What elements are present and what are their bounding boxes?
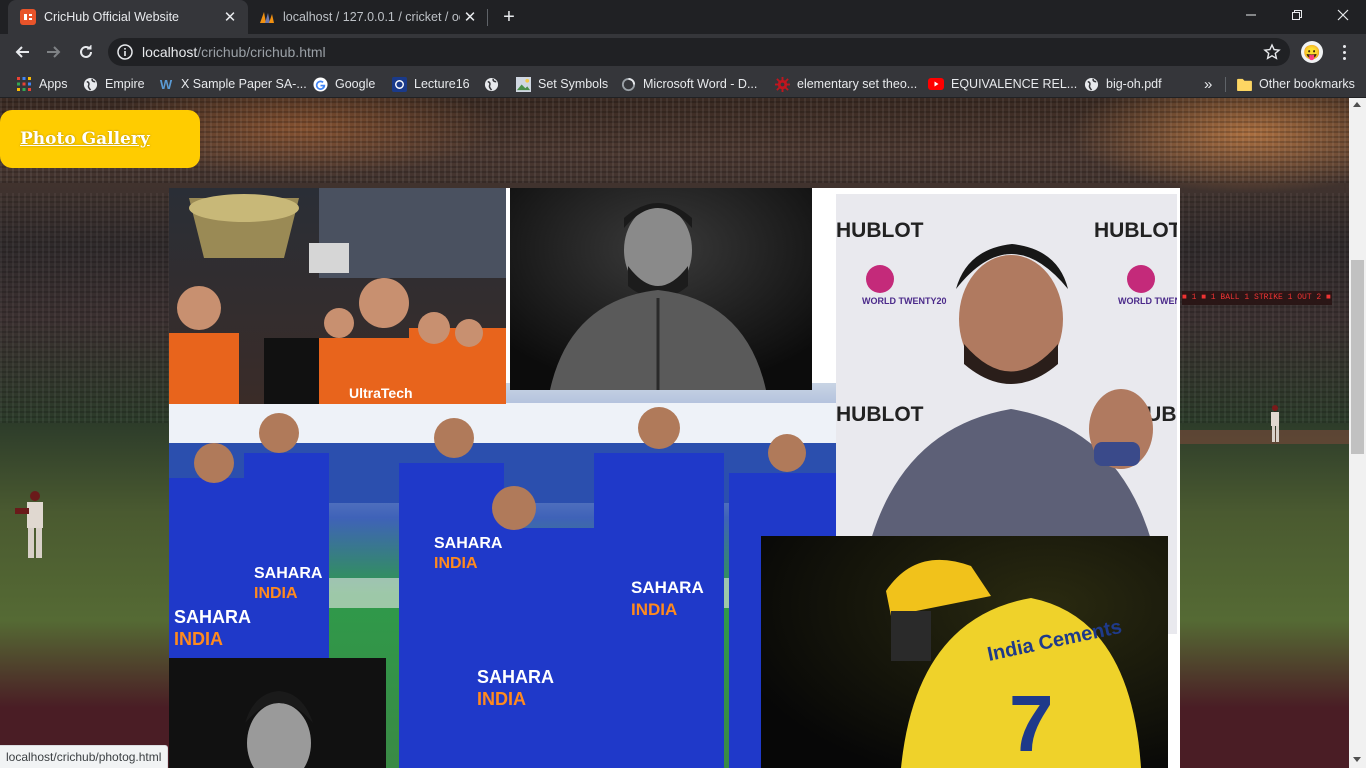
photo-gallery-link[interactable]: Photo Gallery	[0, 110, 200, 168]
stadium-crowd-top	[0, 98, 1349, 183]
url-path: /crichub/crichub.html	[197, 44, 326, 60]
bookmark-sample-paper[interactable]: W X Sample Paper SA-...	[158, 75, 307, 93]
tab-phpmyadmin[interactable]: localhost / 127.0.0.1 / cricket / oc ✕	[250, 0, 488, 34]
bookmark-equivalence[interactable]: EQUIVALENCE REL...	[928, 75, 1077, 93]
bookmark-label: Apps	[39, 77, 68, 91]
photo-player-portrait-bw-2[interactable]	[169, 658, 386, 768]
sahara-text: SAHARA	[434, 535, 503, 552]
bookmark-label: EQUIVALENCE REL...	[951, 77, 1078, 91]
bookmark-google[interactable]: Google	[312, 75, 375, 93]
bookmark-lecture16[interactable]: Lecture16	[391, 75, 470, 93]
bookmark-separator	[1225, 77, 1226, 92]
bookmark-globe[interactable]	[483, 75, 506, 93]
photo-player-yellow-jersey[interactable]: India Cements 7	[761, 536, 1168, 768]
photo-trophy-celebration[interactable]: UltraTech	[169, 188, 506, 404]
bookmarks-overflow-icon[interactable]: »	[1204, 75, 1212, 93]
bookmark-label: Empire	[105, 77, 145, 91]
browser-toolbar: localhost/crichub/crichub.html 😛	[0, 34, 1366, 70]
minimize-icon[interactable]	[1228, 0, 1274, 30]
scrollbar-thumb[interactable]	[1351, 260, 1364, 454]
hublot-text: HUBLOT	[1094, 219, 1177, 242]
w-logo-icon: W	[159, 76, 173, 92]
tab-title: CricHub Official Website	[44, 10, 179, 24]
bookmark-elementary-set[interactable]: elementary set theo...	[774, 75, 917, 93]
new-tab-icon[interactable]: +	[498, 6, 520, 28]
sahara-text: SAHARA	[631, 578, 704, 597]
bookmark-label: Other bookmarks	[1259, 77, 1355, 91]
globe-icon	[483, 76, 499, 92]
ultratech-text: UltraTech	[349, 385, 413, 401]
globe-icon	[82, 76, 98, 92]
field-infield	[1180, 430, 1349, 444]
worldcup-text: WORLD TWENTY20	[862, 296, 947, 306]
sahara-text: SAHARA	[477, 667, 554, 687]
forward-icon[interactable]	[40, 38, 68, 66]
bookmark-star-icon[interactable]	[1263, 43, 1281, 61]
stadium-player-figure	[15, 491, 43, 558]
red-gear-icon	[774, 76, 790, 92]
google-icon	[312, 76, 328, 92]
url-host: localhost	[142, 44, 198, 60]
back-icon[interactable]	[8, 38, 36, 66]
sahara-text: SAHARA	[254, 565, 323, 582]
india-text: INDIA	[254, 585, 298, 602]
phpmyadmin-favicon-icon	[259, 9, 275, 25]
worldcup-text: WORLD TWENTY20	[1118, 296, 1177, 306]
tab-separator	[487, 9, 488, 26]
bookmark-other[interactable]: Other bookmarks	[1236, 75, 1355, 93]
bookmark-empire[interactable]: Empire	[82, 75, 145, 93]
page-viewport: ■ 1 ■ 1 BALL 1 STRIKE 1 OUT 2 ■ Photo Ga…	[0, 98, 1349, 768]
close-tab-icon[interactable]: ✕	[460, 7, 480, 27]
bookmark-apps[interactable]: Apps	[16, 75, 68, 93]
scroll-down-icon[interactable]	[1353, 757, 1361, 762]
loading-icon	[620, 76, 636, 92]
stadium-player-figure	[1271, 405, 1279, 442]
page-scrollbar[interactable]	[1349, 98, 1366, 768]
status-bar-url: localhost/crichub/photog.html	[0, 745, 169, 768]
url-text: localhost/crichub/crichub.html	[142, 44, 326, 60]
tab-strip: CricHub Official Website ✕ localhost / 1…	[0, 0, 1366, 34]
globe-icon	[1083, 76, 1099, 92]
bookmarks-bar: Apps Empire W X Sample Paper SA-... Goog…	[0, 70, 1366, 98]
bookmark-label: elementary set theo...	[797, 77, 918, 91]
bookmark-label: Google	[335, 77, 376, 91]
folder-icon	[1236, 76, 1252, 92]
lecture-icon	[391, 76, 407, 92]
india-text: INDIA	[174, 629, 223, 649]
india-text: INDIA	[631, 600, 677, 619]
bookmark-set-symbols[interactable]: Set Symbols	[515, 75, 608, 93]
site-info-icon[interactable]	[117, 44, 133, 60]
bookmark-microsoft-word[interactable]: Microsoft Word - D...	[620, 75, 757, 93]
tab-title: localhost / 127.0.0.1 / cricket / oc	[283, 10, 460, 24]
close-tab-icon[interactable]: ✕	[220, 7, 240, 27]
menu-dots-icon[interactable]	[1334, 40, 1354, 64]
scroll-up-icon[interactable]	[1353, 102, 1361, 107]
reload-icon[interactable]	[72, 38, 100, 66]
crichub-favicon-icon	[20, 9, 36, 25]
bookmark-label: big-oh.pdf	[1106, 77, 1162, 91]
bookmark-label: Set Symbols	[538, 77, 609, 91]
hublot-text: HUBLOT	[836, 219, 924, 242]
close-window-icon[interactable]	[1320, 0, 1366, 30]
bookmark-label: Microsoft Word - D...	[643, 77, 758, 91]
jersey-number-text: 7	[1009, 679, 1054, 768]
bookmark-label: Lecture16	[414, 77, 470, 91]
india-text: INDIA	[434, 555, 478, 572]
address-bar[interactable]: localhost/crichub/crichub.html	[108, 38, 1290, 66]
image-icon	[515, 76, 531, 92]
restore-icon[interactable]	[1274, 0, 1320, 30]
india-text: INDIA	[477, 689, 526, 709]
profile-avatar-icon[interactable]: 😛	[1301, 41, 1323, 63]
photo-player-portrait-bw[interactable]	[510, 188, 812, 390]
stadium-scoreboard: ■ 1 ■ 1 BALL 1 STRIKE 1 OUT 2 ■	[1182, 291, 1332, 305]
apps-grid-icon	[16, 76, 32, 92]
youtube-icon	[928, 76, 944, 92]
bookmark-big-oh[interactable]: big-oh.pdf	[1083, 75, 1162, 93]
tab-crichub[interactable]: CricHub Official Website ✕	[8, 0, 248, 34]
hublot-text: HUBLOT	[836, 403, 924, 426]
bookmark-label: X Sample Paper SA-...	[181, 77, 307, 91]
sahara-text: SAHARA	[174, 607, 251, 627]
